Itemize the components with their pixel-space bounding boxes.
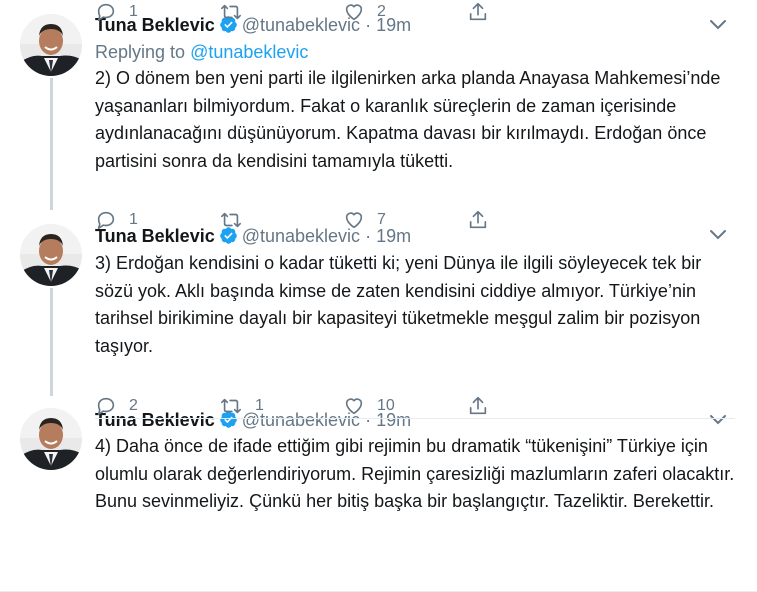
- reply-icon: [95, 1, 117, 23]
- reply-button[interactable]: 2: [95, 394, 138, 418]
- like-count: 2: [377, 3, 386, 20]
- thread-line: [50, 288, 53, 396]
- share-icon: [467, 209, 489, 231]
- retweet-icon: [219, 1, 243, 23]
- reply-count: 1: [129, 3, 138, 20]
- tweet-text: 2) O dönem ben yeni parti ile ilgilenirk…: [95, 68, 721, 171]
- replying-label: Replying to: [95, 42, 191, 62]
- like-count: 7: [377, 211, 386, 228]
- reply-icon: [95, 209, 117, 231]
- avatar[interactable]: [20, 224, 82, 286]
- replying-handle-link[interactable]: @tunabeklevic: [190, 42, 308, 62]
- like-icon: [343, 395, 365, 417]
- like-count: 10: [377, 397, 395, 414]
- share-icon: [467, 395, 489, 417]
- share-button[interactable]: [467, 208, 489, 232]
- avatar[interactable]: [20, 408, 82, 470]
- tweet-text: 4) Daha önce de ifade ettiğim gibi rejim…: [95, 436, 735, 511]
- tweet-text: 3) Erdoğan kendisini o kadar tüketti ki;…: [95, 253, 702, 356]
- like-icon: [343, 1, 365, 23]
- retweet-count: 1: [255, 397, 264, 414]
- tweet-actions: 2 1 10: [95, 394, 735, 419]
- reply-icon: [95, 395, 117, 417]
- like-button[interactable]: 10: [343, 394, 395, 418]
- retweet-icon: [219, 395, 243, 417]
- share-button[interactable]: [467, 394, 489, 418]
- retweet-button[interactable]: [219, 0, 255, 24]
- retweet-button[interactable]: [219, 208, 255, 232]
- thread-line: [50, 78, 53, 210]
- share-icon: [467, 1, 489, 23]
- tweet-3[interactable]: Tuna Beklevic @tunabeklevic · 19m 4) Daha…: [0, 394, 757, 592]
- tweet-actions: 1 7: [95, 208, 735, 232]
- reply-button[interactable]: 1: [95, 208, 138, 232]
- replying-to: Replying to @tunabeklevic: [95, 41, 308, 63]
- share-button[interactable]: [467, 0, 489, 24]
- tweet-1[interactable]: Tuna Beklevic @tunabeklevic · 19m Replyin…: [0, 0, 757, 210]
- reply-count: 2: [129, 397, 138, 414]
- retweet-icon: [219, 209, 243, 231]
- tweet-2[interactable]: Tuna Beklevic @tunabeklevic · 19m 3) Erdo…: [0, 208, 757, 396]
- like-button[interactable]: 2: [343, 0, 386, 24]
- avatar[interactable]: [20, 14, 82, 76]
- like-button[interactable]: 7: [343, 208, 386, 232]
- reply-button[interactable]: 1: [95, 0, 138, 24]
- like-icon: [343, 209, 365, 231]
- retweet-button[interactable]: 1: [219, 394, 264, 418]
- reply-count: 1: [129, 211, 138, 228]
- tweet-actions: 1 2: [95, 0, 735, 24]
